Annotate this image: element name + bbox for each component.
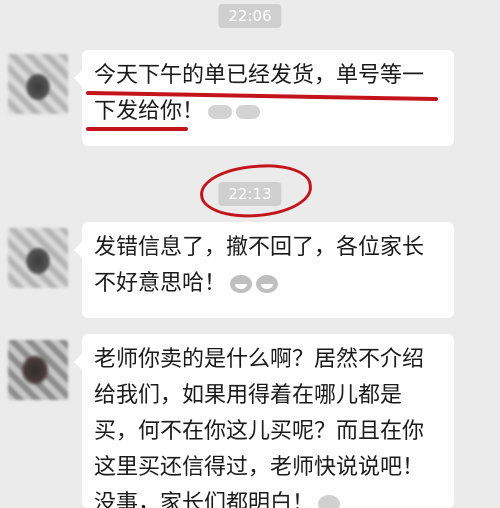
message-line: 买，何不在你这儿买呢？而且在你 (94, 419, 425, 444)
avatar[interactable] (8, 340, 68, 400)
message-line: 老师你卖的是什么啊？居然不介绍 (94, 347, 425, 372)
handshake-icon (208, 105, 233, 119)
grin-icon (230, 275, 253, 293)
message-bubble[interactable]: 老师你卖的是什么啊？居然不介绍 给我们，如果用得着在哪儿都是 买，何不在你这儿买… (74, 334, 454, 508)
avatar[interactable] (8, 54, 68, 114)
avatar[interactable] (8, 228, 68, 288)
message-line: 没事，家长们都明白！ (94, 486, 442, 508)
message-bubble[interactable]: 发错信息了，撤不回了，各位家长 不好意思哈！ (74, 222, 454, 318)
message-line: 今天下午的单已经发货，单号等一 (94, 63, 425, 88)
message-line: 发错信息了，撤不回了，各位家长 (94, 235, 425, 260)
message-text: 没事，家长们都明白！ (94, 491, 315, 508)
message-text: 不好意思哈！ (94, 271, 227, 296)
annotation-circle (198, 161, 314, 221)
message-line: 不好意思哈！ (94, 266, 442, 302)
timestamp: 22:06 (218, 4, 282, 28)
message-line: 给我们，如果用得着在哪儿都是 (94, 383, 403, 408)
handshake-icon (236, 105, 261, 119)
message-text: 下发给你！ (94, 99, 205, 124)
smile-icon (318, 495, 341, 508)
annotation-underline (86, 127, 188, 131)
grin-icon (256, 275, 279, 293)
message-line: 这里买还信得过，老师快说说吧！ (94, 455, 425, 480)
chat-screen: 22:06 今天下午的单已经发货，单号等一 下发给你！ 22:13 发错信息了，… (0, 0, 500, 508)
